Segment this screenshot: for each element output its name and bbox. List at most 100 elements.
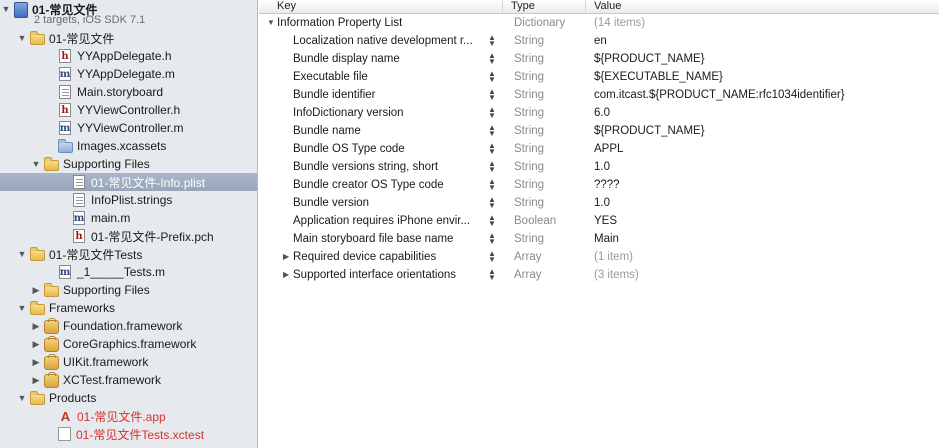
plist-value[interactable]: en — [594, 35, 607, 47]
column-divider[interactable] — [585, 0, 586, 14]
navigator-item[interactable]: ▼ Products — [0, 389, 257, 407]
plist-key[interactable]: Bundle name — [293, 125, 488, 137]
plist-value[interactable]: com.itcast.${PRODUCT_NAME:rfc1034identif… — [594, 89, 845, 101]
project-navigator[interactable]: ▼ 01-常见文件 2 targets, iOS SDK 7.1 ▼ 01-常见文… — [0, 0, 258, 448]
plist-type[interactable]: Array — [514, 269, 541, 281]
key-stepper-icon[interactable]: ▲ ▼ — [488, 124, 496, 138]
plist-type[interactable]: String — [514, 143, 544, 155]
navigator-item[interactable]: m main.m — [0, 209, 257, 227]
key-stepper-icon[interactable]: ▲ ▼ — [488, 142, 496, 156]
disclosure-closed-icon[interactable]: ▶ — [30, 338, 42, 350]
plist-key[interactable]: Executable file — [293, 71, 488, 83]
plist-key[interactable]: Bundle identifier — [293, 89, 488, 101]
plist-value[interactable]: Main — [594, 233, 619, 245]
key-stepper-icon[interactable]: ▲ ▼ — [488, 160, 496, 174]
navigator-item[interactable]: A 01-常见文件.app — [0, 407, 257, 425]
plist-row[interactable]: Bundle OS Type code ▲ ▼ String APPL — [259, 140, 939, 158]
plist-type[interactable]: String — [514, 35, 544, 47]
column-header-key[interactable]: Key — [277, 0, 296, 14]
plist-row[interactable]: Bundle versions string, short ▲ ▼ String 1.0 — [259, 158, 939, 176]
plist-key[interactable]: Bundle version — [293, 197, 488, 209]
navigator-item[interactable]: InfoPlist.strings — [0, 191, 257, 209]
plist-type[interactable]: Array — [514, 251, 541, 263]
navigator-item[interactable]: ▶ CoreGraphics.framework — [0, 335, 257, 353]
plist-key[interactable]: Bundle versions string, short — [293, 161, 488, 173]
plist-value[interactable]: APPL — [594, 143, 623, 155]
plist-key[interactable]: Supported interface orientations — [293, 269, 488, 281]
plist-key[interactable]: Application requires iPhone envir... — [293, 215, 488, 227]
disclosure-closed-icon[interactable]: ▶ — [30, 320, 42, 332]
plist-type[interactable]: String — [514, 107, 544, 119]
navigator-item[interactable]: 01-常见文件-Info.plist — [0, 173, 257, 191]
plist-key[interactable]: Bundle OS Type code — [293, 143, 488, 155]
plist-row[interactable]: Localization native development r... ▲ ▼ St… — [259, 32, 939, 50]
disclosure-closed-icon[interactable]: ▶ — [30, 284, 42, 296]
key-stepper-icon[interactable]: ▲ ▼ — [488, 232, 496, 246]
plist-row[interactable]: Bundle name ▲ ▼ String ${PRODUCT_NAME} — [259, 122, 939, 140]
plist-row[interactable]: Main storyboard file base name ▲ ▼ String Ma… — [259, 230, 939, 248]
plist-key[interactable]: Bundle display name — [293, 53, 488, 65]
plist-row[interactable]: Bundle identifier ▲ ▼ String com.itcast.${PR… — [259, 86, 939, 104]
disclosure-open-icon[interactable]: ▼ — [16, 302, 28, 314]
plist-root-row[interactable]: ▼ Information Property List Dictionary (… — [259, 14, 939, 32]
plist-type[interactable]: String — [514, 197, 544, 209]
navigator-item[interactable]: m YYAppDelegate.m — [0, 65, 257, 83]
plist-row[interactable]: ▶ Supported interface orientations ▲ ▼ Array… — [259, 266, 939, 284]
navigator-item[interactable]: ▼ Frameworks — [0, 299, 257, 317]
plist-key[interactable]: Main storyboard file base name — [293, 233, 488, 245]
disclosure-open-icon[interactable]: ▼ — [16, 392, 28, 404]
plist-type[interactable]: String — [514, 161, 544, 173]
disclosure-closed-icon[interactable]: ▶ — [30, 356, 42, 368]
key-stepper-icon[interactable]: ▲ ▼ — [488, 52, 496, 66]
key-stepper-icon[interactable]: ▲ ▼ — [488, 88, 496, 102]
navigator-item[interactable]: h YYViewController.h — [0, 101, 257, 119]
plist-type[interactable]: Boolean — [514, 215, 556, 227]
column-header-value[interactable]: Value — [594, 0, 621, 14]
plist-value[interactable]: 1.0 — [594, 161, 610, 173]
plist-row[interactable]: Bundle creator OS Type code ▲ ▼ String???? — [259, 176, 939, 194]
navigator-item[interactable]: 01-常见文件Tests.xctest — [0, 425, 257, 443]
disclosure-open-icon[interactable]: ▼ — [16, 32, 28, 44]
navigator-item[interactable]: ▼ Supporting Files — [0, 155, 257, 173]
property-list-editor[interactable]: Key Type Value ▼ Information Property Li… — [259, 0, 939, 448]
plist-value[interactable]: ${PRODUCT_NAME} — [594, 125, 705, 137]
navigator-item[interactable]: ▼ 01-常见文件Tests — [0, 245, 257, 263]
key-stepper-icon[interactable]: ▲ ▼ — [488, 214, 496, 228]
plist-row[interactable]: Application requires iPhone envir... ▲ ▼ Bo… — [259, 212, 939, 230]
plist-root-type[interactable]: Dictionary — [514, 17, 565, 29]
disclosure-open-icon[interactable]: ▼ — [30, 158, 42, 170]
plist-type[interactable]: String — [514, 233, 544, 245]
key-stepper-icon[interactable]: ▲ ▼ — [488, 196, 496, 210]
plist-key[interactable]: InfoDictionary version — [293, 107, 488, 119]
navigator-item[interactable]: ▶ XCTest.framework — [0, 371, 257, 389]
plist-type[interactable]: String — [514, 179, 544, 191]
plist-row[interactable]: Executable file ▲ ▼ String ${EXECUTABLE_NAME… — [259, 68, 939, 86]
plist-type[interactable]: String — [514, 53, 544, 65]
plist-key[interactable]: Localization native development r... — [293, 35, 488, 47]
plist-key[interactable]: Bundle creator OS Type code — [293, 179, 488, 191]
plist-type[interactable]: String — [514, 89, 544, 101]
navigator-item[interactable]: m _1_____Tests.m — [0, 263, 257, 281]
navigator-item[interactable]: m YYViewController.m — [0, 119, 257, 137]
plist-type[interactable]: String — [514, 125, 544, 137]
navigator-item[interactable]: Main.storyboard — [0, 83, 257, 101]
key-stepper-icon[interactable]: ▲ ▼ — [488, 250, 496, 264]
disclosure-closed-icon[interactable]: ▶ — [283, 252, 289, 261]
key-stepper-icon[interactable]: ▲ ▼ — [488, 268, 496, 282]
navigator-item[interactable]: ▶ Supporting Files — [0, 281, 257, 299]
column-header-type[interactable]: Type — [511, 0, 535, 14]
plist-row[interactable]: Bundle display name ▲ ▼ String ${PRODUCT_NAM… — [259, 50, 939, 68]
plist-value[interactable]: ${PRODUCT_NAME} — [594, 53, 705, 65]
plist-value[interactable]: ???? — [594, 179, 620, 191]
column-divider[interactable] — [502, 0, 503, 14]
disclosure-open-icon[interactable]: ▼ — [16, 248, 28, 260]
plist-value[interactable]: 1.0 — [594, 197, 610, 209]
navigator-item[interactable]: ▶ Foundation.framework — [0, 317, 257, 335]
plist-value[interactable]: 6.0 — [594, 107, 610, 119]
plist-row[interactable]: InfoDictionary version ▲ ▼ String 6.0 — [259, 104, 939, 122]
disclosure-closed-icon[interactable]: ▶ — [30, 374, 42, 386]
plist-value[interactable]: YES — [594, 215, 617, 227]
key-stepper-icon[interactable]: ▲ ▼ — [488, 34, 496, 48]
plist-value[interactable]: ${EXECUTABLE_NAME} — [594, 71, 723, 83]
navigator-item[interactable]: ▼ 01-常见文件 — [0, 29, 257, 47]
